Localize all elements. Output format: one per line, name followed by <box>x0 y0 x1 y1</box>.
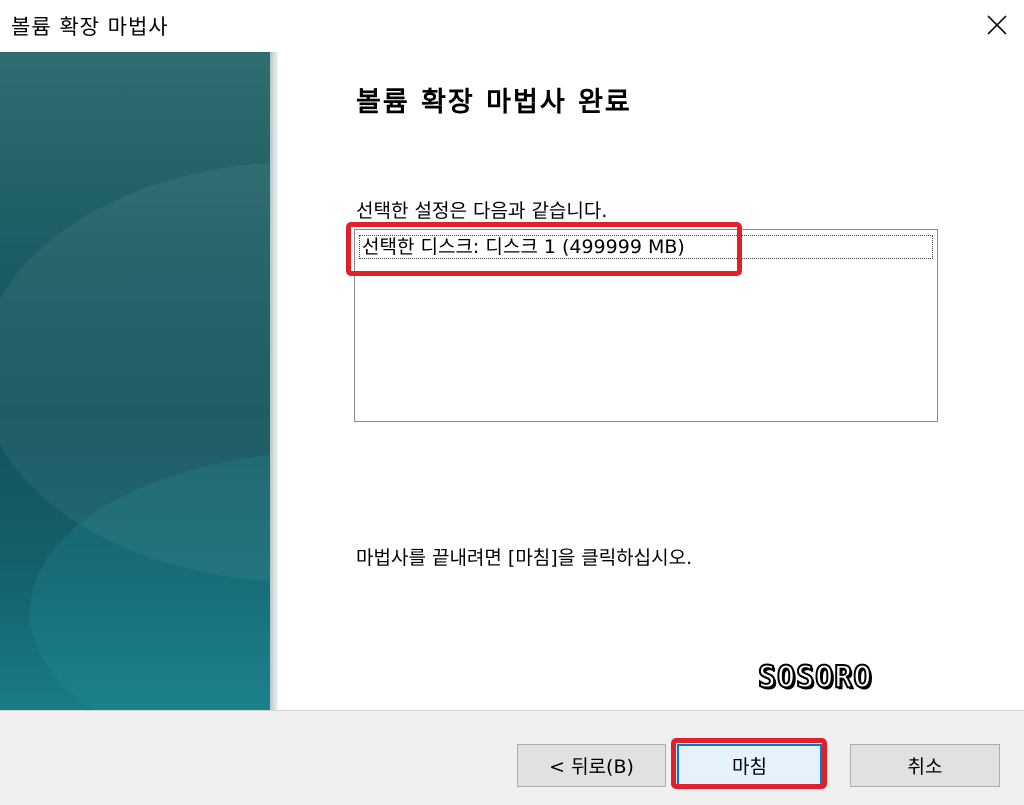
watermark: SOSORO <box>757 659 873 696</box>
finish-instruction: 마법사를 끝내려면 [마침]을 클릭하십시오. <box>356 547 693 569</box>
back-button[interactable]: < 뒤로(B) <box>517 744 666 787</box>
close-button[interactable] <box>976 4 1018 46</box>
highlight-box-summary <box>346 222 742 276</box>
side-panel-graphic <box>0 162 278 710</box>
button-bar: < 뒤로(B) 마침 취소 <box>0 710 1024 805</box>
cancel-button[interactable]: 취소 <box>850 744 1000 787</box>
wizard-side-panel <box>0 52 278 710</box>
summary-label: 선택한 설정은 다음과 같습니다. <box>356 200 608 222</box>
close-icon <box>987 15 1007 35</box>
title-bar: 볼륨 확장 마법사 <box>0 0 1024 50</box>
panel-separator <box>270 52 278 710</box>
window-title: 볼륨 확장 마법사 <box>11 15 169 39</box>
highlight-box-finish <box>671 738 827 789</box>
page-title: 볼륨 확장 마법사 완료 <box>356 87 632 118</box>
